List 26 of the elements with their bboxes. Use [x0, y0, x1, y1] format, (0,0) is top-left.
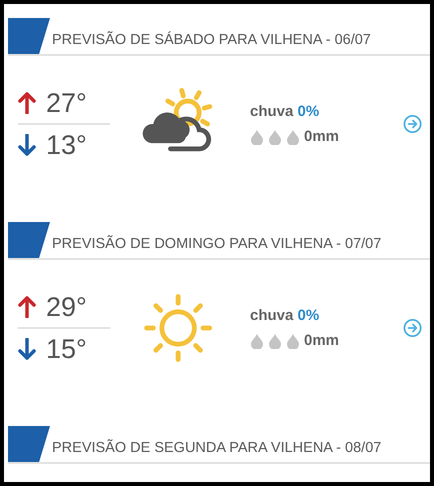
- drop-icon: [286, 332, 300, 348]
- rain-amount: 0mm: [304, 332, 340, 349]
- drop-icon: [250, 332, 264, 348]
- arrow-down-icon: [18, 338, 36, 360]
- arrow-up-icon: [18, 92, 36, 114]
- arrow-down-icon: [18, 134, 36, 156]
- header-flag: [8, 222, 50, 258]
- header-flag: [8, 18, 50, 54]
- drop-icon: [286, 128, 300, 144]
- min-temperature: 13°: [46, 130, 87, 160]
- drop-icon: [250, 128, 264, 144]
- arrow-circle-icon[interactable]: [402, 318, 422, 338]
- max-temperature: 29°: [46, 292, 87, 322]
- drop-icon: [268, 332, 282, 348]
- rain-chance: chuva 0%: [250, 103, 320, 120]
- forecast-title: PREVISÃO DE SÁBADO PARA VILHENA - 06/07: [51, 32, 371, 50]
- rain-amount: 0mm: [304, 128, 340, 145]
- forecast-title: PREVISÃO DE DOMINGO PARA VILHENA - 07/07: [51, 236, 382, 254]
- drop-icon: [268, 128, 282, 144]
- rain-chance: chuva 0%: [250, 307, 320, 324]
- arrow-up-icon: [18, 296, 36, 318]
- max-temperature: 27°: [46, 88, 87, 118]
- arrow-circle-icon[interactable]: [402, 114, 422, 134]
- min-temperature: 15°: [46, 334, 87, 364]
- header-flag: [8, 426, 50, 462]
- forecast-title: PREVISÃO DE SEGUNDA PARA VILHENA - 08/07: [51, 440, 382, 458]
